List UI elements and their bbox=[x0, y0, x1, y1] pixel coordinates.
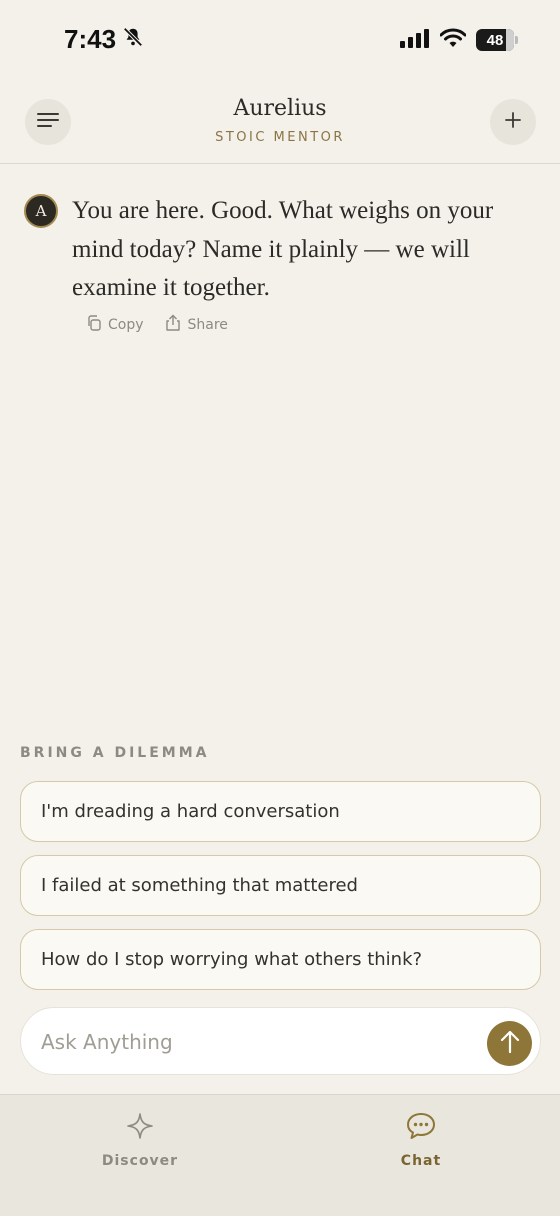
share-button[interactable]: Share bbox=[164, 314, 228, 336]
tab-bar: Discover Chat bbox=[0, 1094, 560, 1216]
copy-label: Copy bbox=[108, 317, 144, 333]
battery-percent: 48 bbox=[486, 31, 504, 49]
silent-bell-icon bbox=[122, 24, 144, 55]
mentor-name: Aurelius bbox=[233, 96, 327, 121]
tab-chat[interactable]: Chat bbox=[351, 1109, 491, 1169]
status-indicators: 48 bbox=[400, 28, 518, 52]
copy-button[interactable]: Copy bbox=[86, 315, 144, 335]
mentor-role: STOIC MENTOR bbox=[215, 130, 345, 145]
share-icon bbox=[164, 314, 182, 336]
tab-discover-label: Discover bbox=[101, 1153, 179, 1169]
tab-chat-label: Chat bbox=[400, 1153, 442, 1169]
suggestion-chip[interactable]: How do I stop worrying what others think… bbox=[20, 929, 541, 990]
battery-icon: 48 bbox=[476, 29, 518, 51]
sparkle-icon bbox=[70, 1109, 210, 1143]
suggestions-heading: BRING A DILEMMA bbox=[20, 745, 210, 761]
message-actions: Copy Share bbox=[86, 314, 228, 336]
message-composer bbox=[20, 1007, 541, 1075]
send-button[interactable] bbox=[487, 1021, 532, 1066]
clock-text: 7:43 bbox=[64, 24, 117, 54]
arrow-up-icon bbox=[499, 1030, 521, 1058]
wifi-icon bbox=[439, 28, 467, 52]
signal-icon bbox=[400, 28, 430, 52]
plus-icon bbox=[505, 112, 521, 132]
chat-header: Aurelius STOIC MENTOR bbox=[0, 84, 560, 164]
chat-bubble-icon bbox=[351, 1109, 491, 1143]
suggestion-chip[interactable]: I failed at something that mattered bbox=[20, 855, 541, 916]
avatar: A bbox=[24, 194, 58, 228]
suggestion-chip[interactable]: I'm dreading a hard conversation bbox=[20, 781, 541, 842]
ask-input[interactable] bbox=[41, 1022, 461, 1062]
copy-icon bbox=[86, 315, 102, 335]
new-chat-button[interactable] bbox=[490, 99, 536, 145]
message-text: You are here. Good. What weighs on your … bbox=[72, 197, 494, 301]
status-bar: 7:43 48 bbox=[0, 0, 560, 84]
status-time: 7:43 bbox=[64, 24, 144, 55]
share-label: Share bbox=[187, 317, 228, 333]
tab-discover[interactable]: Discover bbox=[70, 1109, 210, 1169]
